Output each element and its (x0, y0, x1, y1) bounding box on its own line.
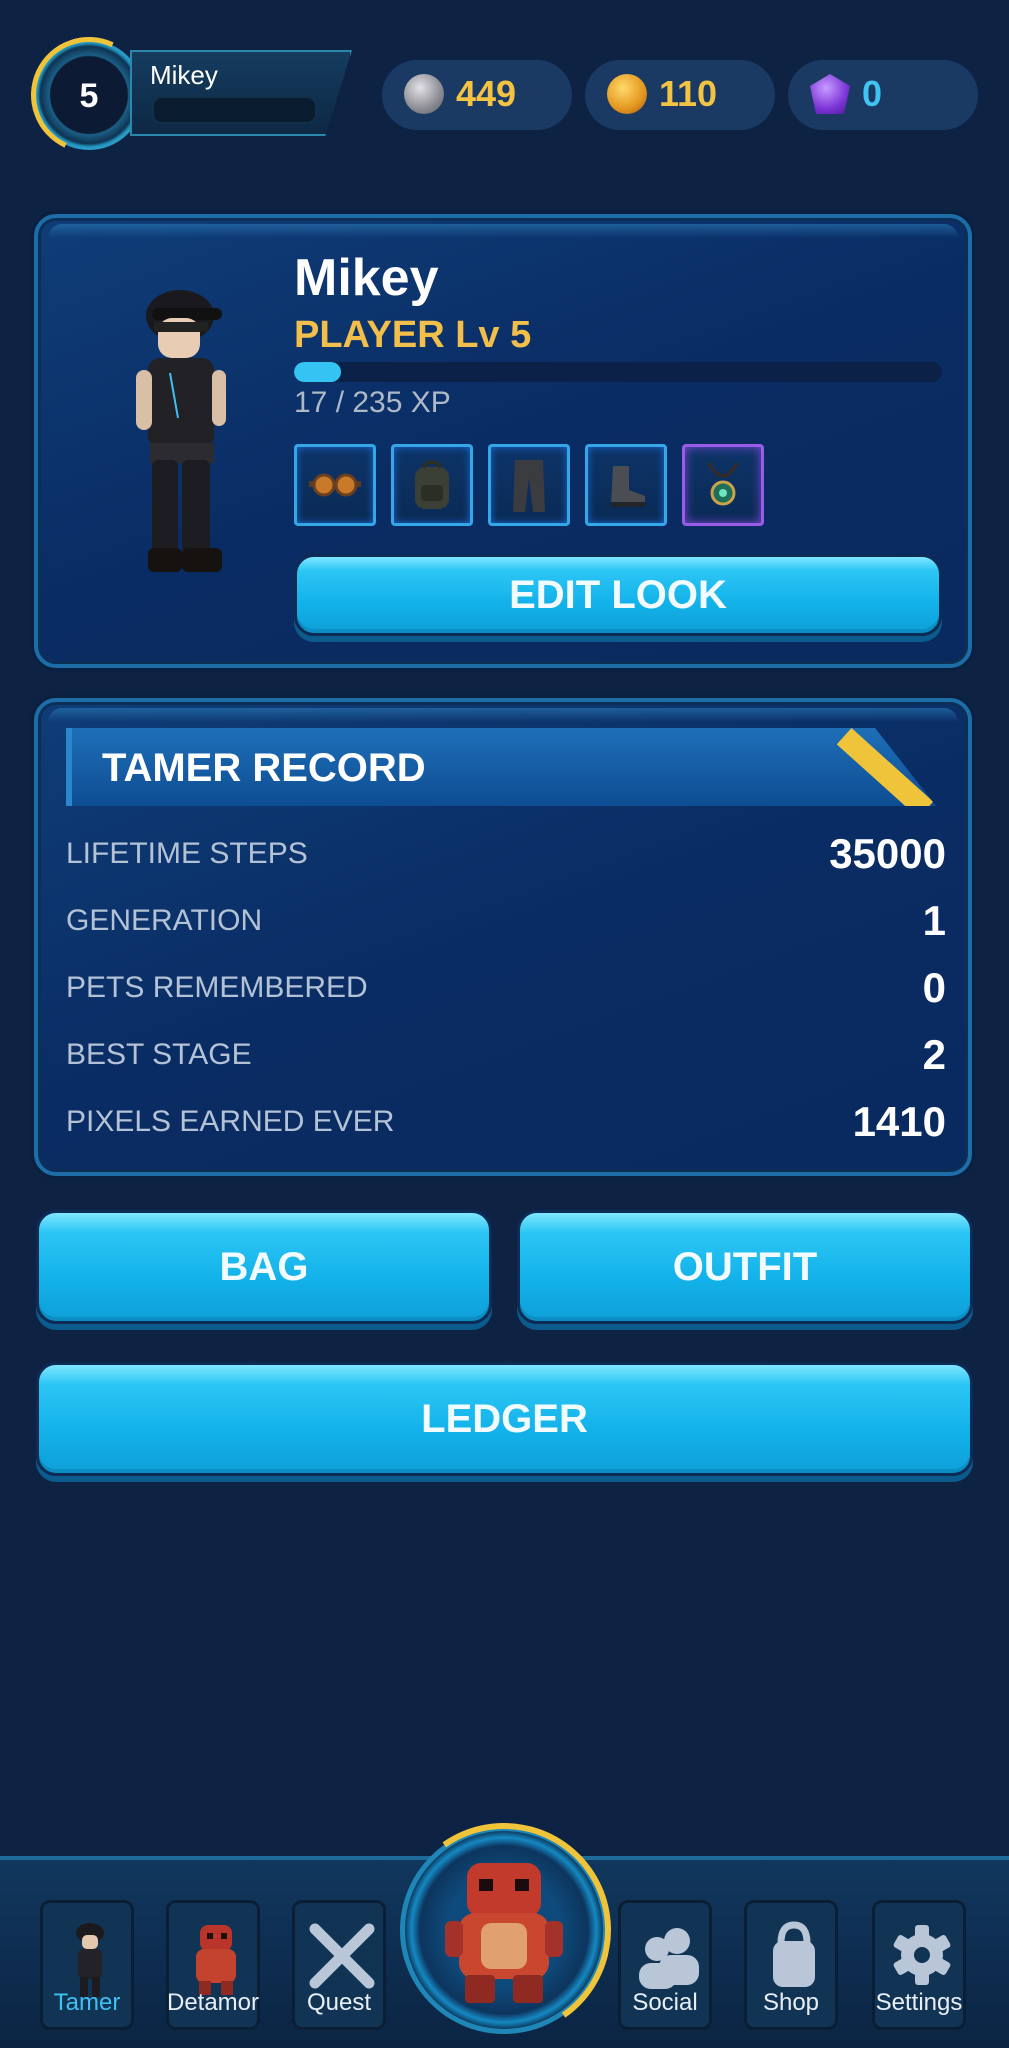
currency-gem[interactable]: 0 (788, 60, 978, 130)
pants-icon (513, 460, 545, 512)
gold-coin-icon (607, 74, 647, 114)
stat-label: GENERATION (66, 903, 263, 937)
boots-slot[interactable] (585, 444, 667, 526)
nav-tab-quest[interactable]: Quest (292, 1900, 386, 2030)
tamer-icon (76, 1923, 104, 1997)
stat-row: GENERATION 1 (66, 887, 946, 954)
settings-icon (893, 1925, 951, 1985)
currency-gold-value: 110 (659, 73, 718, 114)
currency-silver[interactable]: 449 (382, 60, 572, 130)
pet-icon (445, 1863, 563, 2003)
nav-tab-label: Social (632, 1989, 698, 2016)
header-accent-stripe (836, 728, 934, 806)
goggles-icon (309, 473, 361, 497)
stat-row: PETS REMEMBERED 0 (66, 954, 946, 1021)
profile-name: Mikey (294, 249, 439, 307)
equipment-slots (294, 444, 764, 526)
boots-icon (611, 466, 645, 507)
profile-panel: Mikey PLAYER Lv 5 17 / 235 XP EDIT LOOK (34, 214, 972, 668)
currency-gem-value: 0 (862, 73, 883, 114)
goggles-slot[interactable] (294, 444, 376, 526)
stat-row: PIXELS EARNED EVER 1410 (66, 1088, 946, 1155)
level-badge[interactable]: 5 (34, 40, 144, 150)
nav-tab-label: Quest (306, 1989, 372, 2016)
center-pet-button[interactable] (400, 1826, 608, 2034)
silver-coin-icon (404, 74, 444, 114)
player-avatar[interactable] (108, 278, 258, 598)
stat-label: PETS REMEMBERED (66, 970, 368, 1004)
stat-value: 35000 (829, 829, 946, 877)
player-name-plate[interactable]: Mikey (130, 50, 352, 136)
bag-button[interactable]: BAG (36, 1210, 492, 1324)
stat-row: BEST STAGE 2 (66, 1021, 946, 1088)
tamer-record-title: TAMER RECORD (102, 746, 426, 790)
stat-value: 2 (922, 1030, 946, 1078)
stat-value: 0 (922, 963, 946, 1011)
level-number: 5 (79, 77, 99, 115)
edit-look-button[interactable]: EDIT LOOK (294, 554, 942, 636)
nav-tab-label: Settings (875, 1989, 963, 2016)
shop-icon (773, 1921, 815, 1987)
nav-tab-label: Detamor (166, 1989, 260, 2016)
currency-silver-value: 449 (456, 73, 517, 114)
nav-tab-label: Tamer (53, 1989, 121, 2016)
pants-slot[interactable] (488, 444, 570, 526)
record-stats: LIFETIME STEPS 35000 GENERATION 1 PETS R… (66, 820, 946, 1155)
ledger-button[interactable]: LEDGER (36, 1362, 973, 1476)
social-icon (639, 1928, 699, 1989)
nav-tab-social[interactable]: Social (618, 1900, 712, 2030)
nav-tab-shop[interactable]: Shop (744, 1900, 838, 2030)
stat-label: LIFETIME STEPS (66, 836, 308, 870)
profile-level: PLAYER Lv 5 (294, 314, 532, 356)
nav-tab-detamor[interactable]: Detamor (166, 1900, 260, 2030)
stat-label: BEST STAGE (66, 1037, 252, 1071)
name-plate-bar (152, 96, 317, 124)
gem-icon (810, 74, 850, 114)
stat-label: PIXELS EARNED EVER (66, 1104, 395, 1138)
amulet-icon (707, 462, 739, 506)
backpack-icon (415, 460, 449, 509)
nav-tab-settings[interactable]: Settings (872, 1900, 966, 2030)
player-name: Mikey (150, 60, 218, 90)
backpack-slot[interactable] (391, 444, 473, 526)
top-bar: 5 Mikey 449 110 0 (0, 0, 1009, 160)
tamer-record-header: TAMER RECORD (66, 728, 936, 806)
stat-value: 1410 (852, 1097, 946, 1145)
tamer-record-panel: TAMER RECORD LIFETIME STEPS 35000 GENERA… (34, 698, 972, 1176)
nav-tab-tamer[interactable]: Tamer (40, 1900, 134, 2030)
detamor-icon (196, 1925, 236, 1995)
xp-text: 17 / 235 XP (294, 386, 451, 419)
xp-progress-fill (294, 362, 341, 382)
xp-progress-bar (294, 362, 942, 382)
stat-row: LIFETIME STEPS 35000 (66, 820, 946, 887)
stat-value: 1 (922, 896, 946, 944)
nav-tab-label: Shop (762, 1989, 820, 2016)
outfit-button[interactable]: OUTFIT (517, 1210, 973, 1324)
amulet-slot[interactable] (682, 444, 764, 526)
quest-icon (309, 1923, 375, 1989)
currency-gold[interactable]: 110 (585, 60, 775, 130)
